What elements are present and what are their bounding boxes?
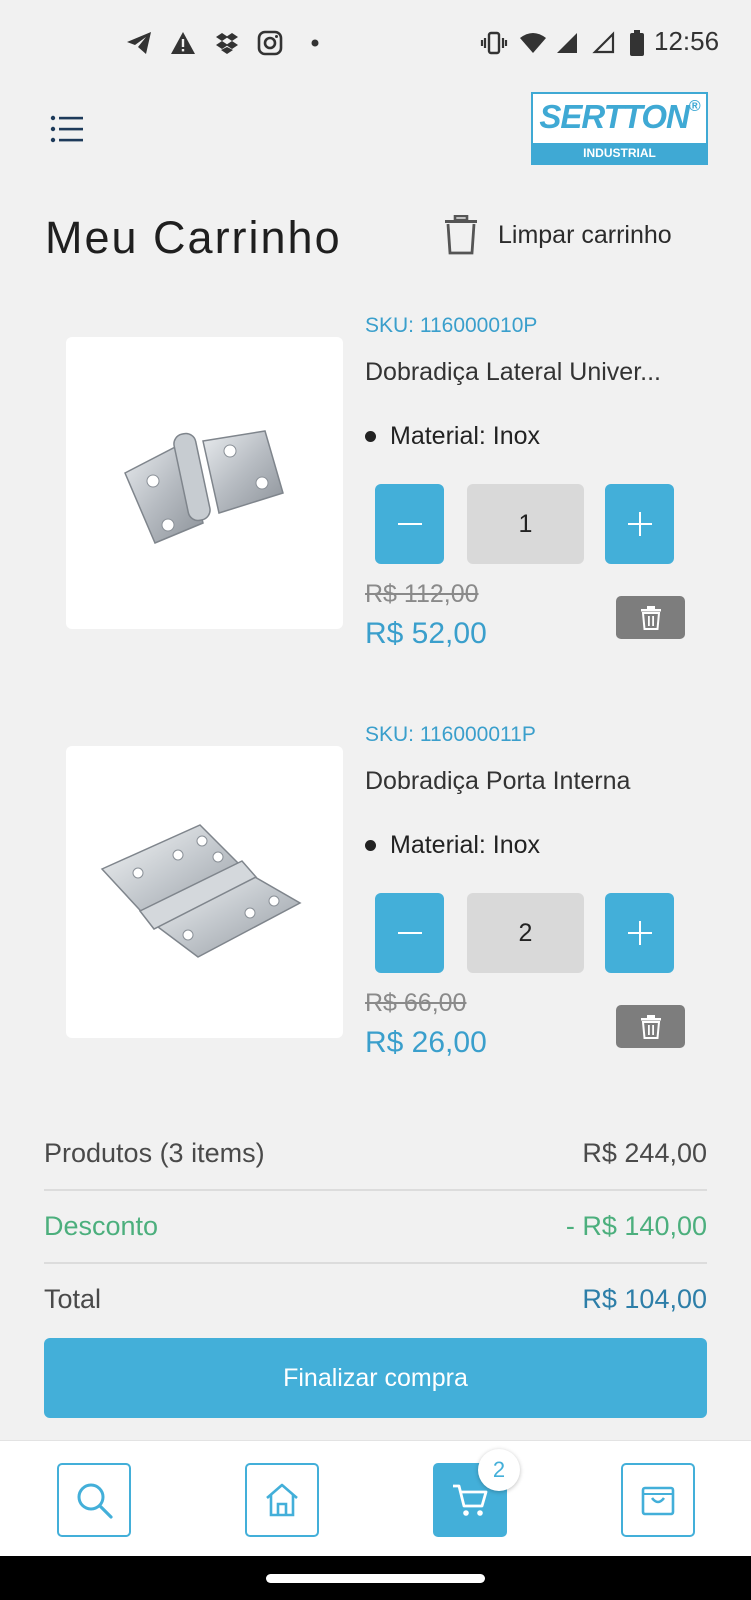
divider [44,1262,707,1264]
trash-icon [640,605,661,630]
product-spec: Material: Inox [365,422,540,451]
quantity-value[interactable]: 2 [467,893,584,973]
decrease-quantity-button[interactable] [375,893,444,973]
product-spec: Material: Inox [365,831,540,860]
signal-icon [553,28,581,58]
summary-products-row: Produtos (3 items) R$ 244,00 [44,1138,707,1169]
summary-products-value: R$ 244,00 [582,1138,707,1168]
cart-item: SKU: 116000010P Dobradiça Lateral Univer… [0,314,751,694]
quantity-value[interactable]: 1 [467,484,584,564]
instagram-icon [255,28,285,58]
logo-subtitle: INDUSTRIAL [533,143,706,163]
hinge-image [100,824,302,958]
remove-item-button[interactable] [616,596,685,639]
clear-cart-label: Limpar carrinho [498,220,672,249]
plus-icon [627,921,652,945]
nav-search-button[interactable] [57,1463,131,1537]
hinge-image [123,430,284,544]
dropbox-icon [212,28,242,58]
product-name[interactable]: Dobradiça Lateral Univer... [365,358,695,387]
remove-item-button[interactable] [616,1005,685,1048]
signal-empty-icon [590,28,618,58]
plus-icon [627,512,652,536]
price: R$ 26,00 [365,1026,487,1059]
list-menu-icon [50,115,83,143]
increase-quantity-button[interactable] [605,893,674,973]
summary-total-row: Total R$ 104,00 [44,1284,707,1315]
telegram-icon [124,28,154,58]
product-image[interactable] [66,746,343,1038]
bullet-icon [365,431,376,442]
product-name[interactable]: Dobradiça Porta Interna [365,767,695,796]
product-sku: SKU: 116000010P [365,314,538,337]
bag-icon [641,1486,675,1516]
status-time: 12:56 [654,26,720,56]
search-icon [77,1483,113,1519]
minus-icon [397,523,422,525]
page-title: Meu Carrinho [45,212,342,263]
divider [44,1189,707,1191]
trash-icon [445,215,477,255]
wifi-icon [518,28,548,58]
nav-home-button[interactable] [245,1463,319,1537]
summary-discount-row: Desconto - R$ 140,00 [44,1211,707,1242]
dot-icon [305,28,325,58]
old-price: R$ 66,00 [365,989,467,1017]
bullet-icon [365,840,376,851]
minus-icon [397,932,422,934]
cart-item: SKU: 116000011P Dobradiça Porta Interna … [0,723,751,1103]
vibrate-icon [479,28,509,58]
brand-logo[interactable]: SERTTON® INDUSTRIAL [531,92,708,165]
summary-total-label: Total [44,1284,102,1314]
status-bar: 12:56 [0,0,751,84]
price: R$ 52,00 [365,617,487,650]
checkout-button[interactable]: Finalizar compra [44,1338,707,1418]
home-gesture-handle[interactable] [266,1574,485,1583]
summary-total-value: R$ 104,00 [582,1284,707,1314]
decrease-quantity-button[interactable] [375,484,444,564]
bottom-nav: 2 [0,1440,751,1556]
logo-brand: SERTTON® [539,98,700,135]
product-image[interactable] [66,337,343,629]
increase-quantity-button[interactable] [605,484,674,564]
menu-button[interactable] [48,110,88,150]
product-sku: SKU: 116000011P [365,723,536,746]
nav-bag-button[interactable] [621,1463,695,1537]
home-icon [266,1483,298,1517]
clear-cart-button[interactable]: Limpar carrinho [444,212,672,258]
summary-products-label: Produtos (3 items) [44,1138,265,1168]
cart-icon [453,1484,488,1516]
battery-icon [626,28,648,58]
summary-discount-label: Desconto [44,1211,159,1241]
warning-icon [168,28,198,58]
trash-icon [640,1014,661,1039]
old-price: R$ 112,00 [365,580,479,608]
cart-count-badge: 2 [478,1449,520,1491]
system-nav-bar [0,1556,751,1600]
summary-discount-value: - R$ 140,00 [565,1211,707,1241]
